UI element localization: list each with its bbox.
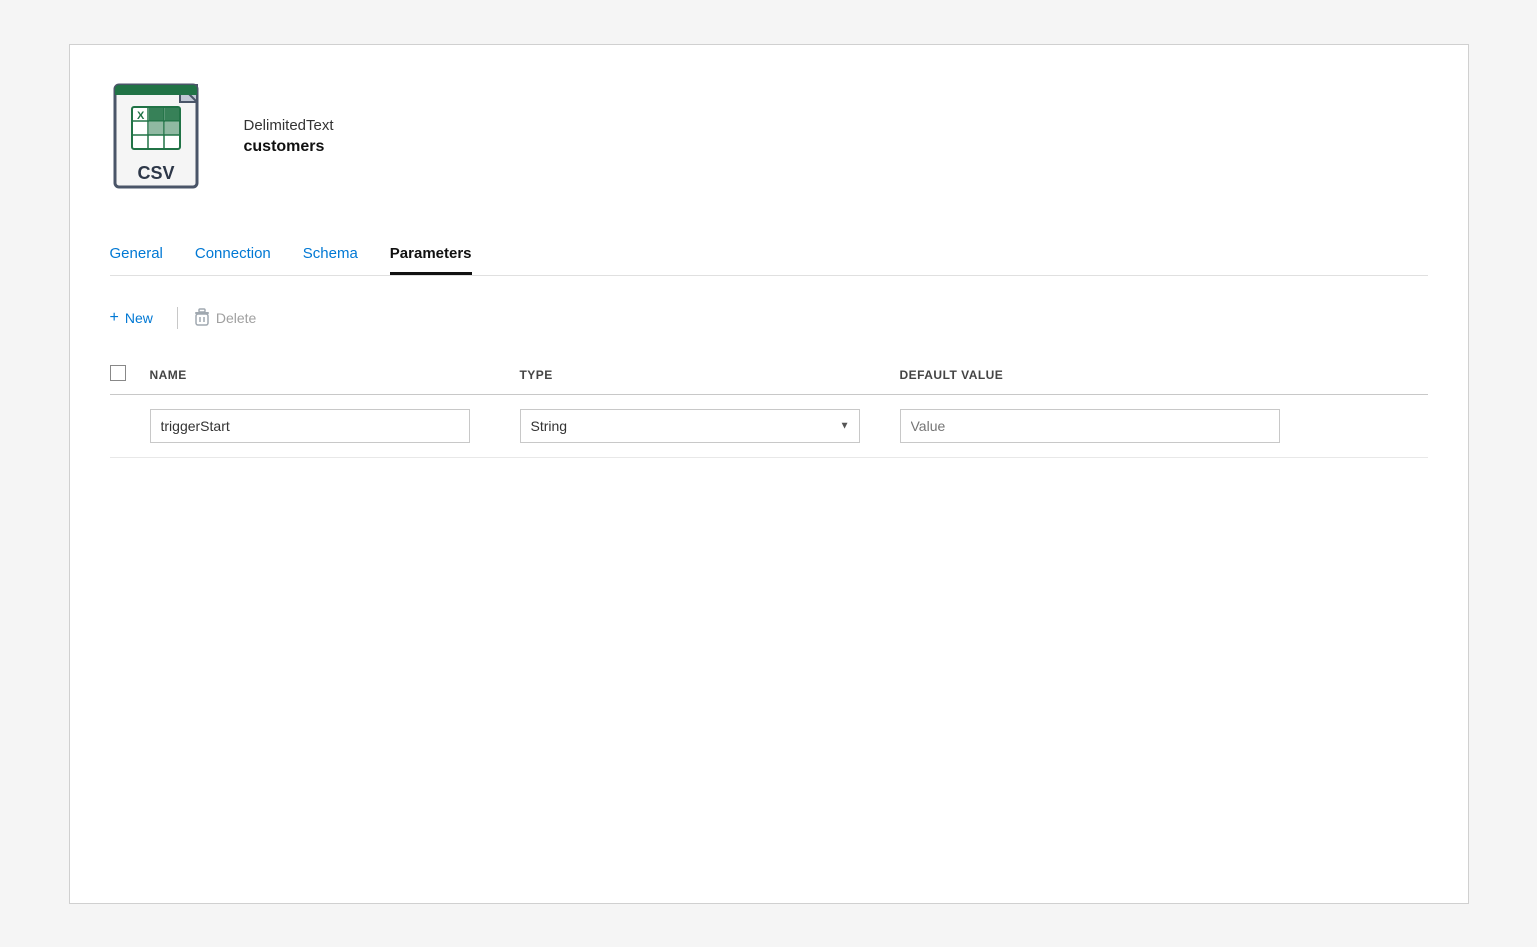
header-default-col: DEFAULT VALUE — [900, 366, 1428, 384]
main-panel: X CSV DelimitedText customers General Co… — [69, 44, 1469, 904]
col-header-name: NAME — [150, 368, 187, 382]
new-button[interactable]: + New — [110, 305, 161, 331]
row-type-col: String Integer Boolean Float Array Objec… — [520, 409, 900, 443]
parameters-table: NAME TYPE DEFAULT VALUE String Integ — [110, 357, 1428, 458]
type-select[interactable]: String Integer Boolean Float Array Objec… — [520, 409, 860, 443]
col-header-default: DEFAULT VALUE — [900, 368, 1004, 382]
tab-connection[interactable]: Connection — [195, 245, 271, 275]
new-button-label: New — [125, 310, 153, 326]
select-all-checkbox[interactable] — [110, 365, 126, 381]
header-type-col: TYPE — [520, 366, 900, 384]
toolbar-separator — [177, 307, 178, 329]
csv-file-icon: X CSV — [110, 77, 220, 197]
tab-schema[interactable]: Schema — [303, 245, 358, 275]
table-header-row: NAME TYPE DEFAULT VALUE — [110, 357, 1428, 395]
svg-text:X: X — [137, 110, 145, 122]
col-header-type: TYPE — [520, 368, 553, 382]
plus-icon: + — [110, 309, 119, 327]
trash-icon — [194, 308, 210, 329]
svg-text:CSV: CSV — [137, 163, 174, 183]
delete-button-label: Delete — [216, 310, 256, 326]
dataset-type-label: DelimitedText — [244, 117, 334, 134]
dataset-header: X CSV DelimitedText customers — [110, 77, 1428, 197]
header-name-col: NAME — [150, 366, 520, 384]
header-text-block: DelimitedText customers — [244, 117, 334, 156]
delete-button[interactable]: Delete — [194, 304, 264, 333]
tab-parameters[interactable]: Parameters — [390, 245, 472, 275]
header-checkbox-col — [110, 365, 150, 386]
default-value-input[interactable] — [900, 409, 1280, 443]
type-select-wrapper: String Integer Boolean Float Array Objec… — [520, 409, 860, 443]
row-default-col — [900, 409, 1428, 443]
tab-general[interactable]: General — [110, 245, 163, 275]
dataset-name-label: customers — [244, 138, 334, 156]
row-name-col — [150, 409, 520, 443]
parameters-toolbar: + New Delete — [110, 304, 1428, 333]
tabs-bar: General Connection Schema Parameters — [110, 245, 1428, 276]
table-row: String Integer Boolean Float Array Objec… — [110, 395, 1428, 458]
name-input[interactable] — [150, 409, 470, 443]
